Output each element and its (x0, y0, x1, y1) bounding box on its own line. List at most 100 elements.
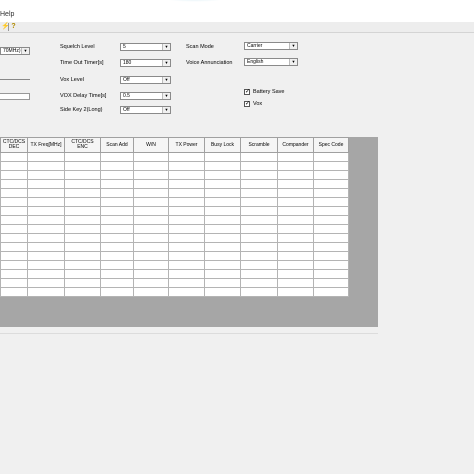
battery-save-checkbox[interactable]: ✓ (244, 89, 250, 95)
table-cell[interactable] (64, 152, 101, 162)
column-header[interactable]: W/N (133, 137, 169, 153)
table-cell[interactable] (313, 170, 349, 180)
table-cell[interactable] (64, 179, 101, 189)
table-cell[interactable] (168, 188, 205, 198)
table-cell[interactable] (277, 152, 314, 162)
lightning-icon[interactable]: ⚡ (1, 23, 10, 30)
table-cell[interactable] (168, 152, 205, 162)
table-cell[interactable] (204, 269, 241, 279)
table-cell[interactable] (240, 278, 278, 288)
table-cell[interactable] (100, 260, 134, 270)
table-cell[interactable] (100, 215, 134, 225)
table-cell[interactable] (168, 161, 205, 171)
table-cell[interactable] (133, 152, 169, 162)
table-cell[interactable] (133, 260, 169, 270)
table-cell[interactable] (100, 206, 134, 216)
table-cell[interactable] (64, 197, 101, 207)
table-cell[interactable] (100, 251, 134, 261)
table-cell[interactable] (27, 161, 65, 171)
table-cell[interactable] (133, 242, 169, 252)
help-icon[interactable]: ? (10, 23, 17, 30)
table-cell[interactable] (0, 224, 28, 234)
menu-help[interactable]: Help (0, 11, 14, 18)
vox-delay-time-select[interactable]: 0.5 ▼ (120, 92, 171, 100)
table-cell[interactable] (100, 179, 134, 189)
table-cell[interactable] (133, 179, 169, 189)
table-cell[interactable] (277, 179, 314, 189)
table-cell[interactable] (168, 278, 205, 288)
table-cell[interactable] (168, 215, 205, 225)
table-cell[interactable] (168, 251, 205, 261)
table-cell[interactable] (240, 269, 278, 279)
table-cell[interactable] (0, 152, 28, 162)
table-cell[interactable] (64, 224, 101, 234)
table-cell[interactable] (240, 260, 278, 270)
table-cell[interactable] (313, 206, 349, 216)
table-cell[interactable] (313, 278, 349, 288)
table-cell[interactable] (100, 170, 134, 180)
table-cell[interactable] (204, 197, 241, 207)
table-cell[interactable] (27, 206, 65, 216)
table-cell[interactable] (100, 269, 134, 279)
table-cell[interactable] (204, 188, 241, 198)
table-cell[interactable] (64, 161, 101, 171)
table-cell[interactable] (27, 224, 65, 234)
table-cell[interactable] (100, 188, 134, 198)
table-cell[interactable] (204, 260, 241, 270)
table-cell[interactable] (64, 242, 101, 252)
table-cell[interactable] (204, 287, 241, 297)
column-header[interactable]: Scan Add (100, 137, 134, 153)
table-cell[interactable] (168, 206, 205, 216)
table-cell[interactable] (64, 206, 101, 216)
table-cell[interactable] (168, 179, 205, 189)
table-cell[interactable] (64, 170, 101, 180)
table-cell[interactable] (0, 188, 28, 198)
table-cell[interactable] (204, 152, 241, 162)
table-cell[interactable] (27, 260, 65, 270)
table-cell[interactable] (240, 170, 278, 180)
table-cell[interactable] (0, 197, 28, 207)
column-header[interactable]: TX Freq[MHz] (27, 137, 65, 153)
table-cell[interactable] (0, 233, 28, 243)
table-cell[interactable] (277, 206, 314, 216)
table-cell[interactable] (133, 170, 169, 180)
table-cell[interactable] (27, 197, 65, 207)
table-cell[interactable] (168, 269, 205, 279)
table-cell[interactable] (133, 215, 169, 225)
table-cell[interactable] (240, 161, 278, 171)
table-cell[interactable] (204, 278, 241, 288)
side-key-2-long-select[interactable]: Off ▼ (120, 106, 171, 114)
table-cell[interactable] (100, 233, 134, 243)
table-cell[interactable] (313, 233, 349, 243)
voice-annunciation-select[interactable]: English ▼ (244, 58, 298, 66)
table-cell[interactable] (27, 287, 65, 297)
table-cell[interactable] (0, 251, 28, 261)
table-cell[interactable] (277, 242, 314, 252)
table-cell[interactable] (240, 251, 278, 261)
table-cell[interactable] (313, 161, 349, 171)
table-cell[interactable] (168, 197, 205, 207)
table-cell[interactable] (100, 224, 134, 234)
table-cell[interactable] (313, 260, 349, 270)
column-header[interactable]: CTC/DCS DEC (0, 137, 28, 153)
table-cell[interactable] (277, 251, 314, 261)
table-cell[interactable] (64, 251, 101, 261)
table-cell[interactable] (204, 233, 241, 243)
column-header[interactable]: Scramble (240, 137, 278, 153)
table-cell[interactable] (240, 215, 278, 225)
table-cell[interactable] (27, 233, 65, 243)
table-cell[interactable] (64, 260, 101, 270)
table-cell[interactable] (204, 224, 241, 234)
table-cell[interactable] (204, 170, 241, 180)
table-cell[interactable] (133, 287, 169, 297)
table-cell[interactable] (240, 197, 278, 207)
table-cell[interactable] (0, 287, 28, 297)
squelch-level-select[interactable]: 5 ▼ (120, 43, 171, 51)
table-cell[interactable] (0, 242, 28, 252)
table-cell[interactable] (100, 197, 134, 207)
table-cell[interactable] (168, 260, 205, 270)
table-cell[interactable] (313, 287, 349, 297)
table-cell[interactable] (277, 161, 314, 171)
table-cell[interactable] (0, 215, 28, 225)
table-cell[interactable] (313, 188, 349, 198)
